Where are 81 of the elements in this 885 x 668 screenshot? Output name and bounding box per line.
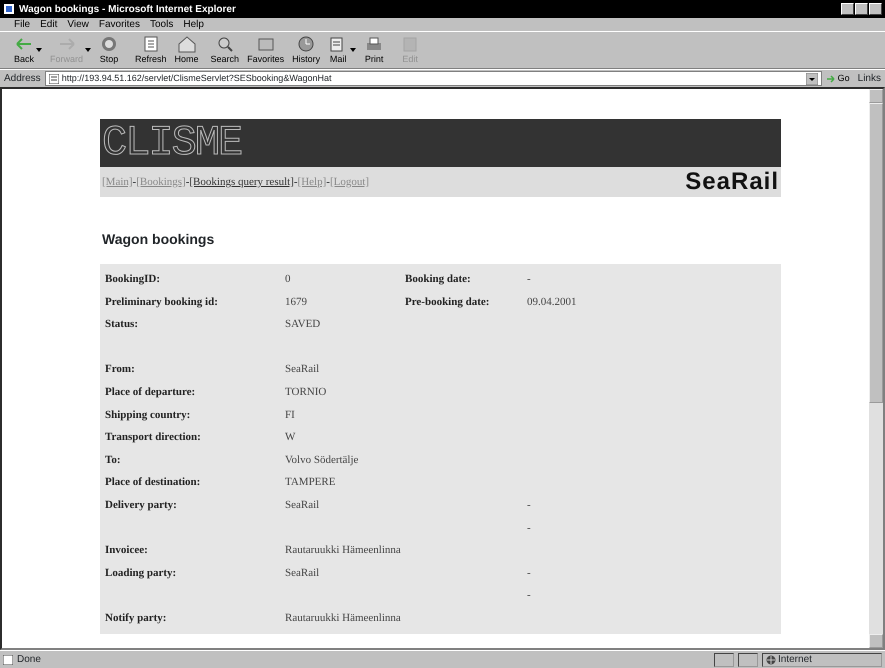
globe-icon: [766, 654, 776, 664]
field-value: 09.04.2001: [527, 294, 578, 310]
field-value: Volvo Södertälje: [285, 452, 360, 468]
toolbar-button[interactable]: Back: [14, 34, 42, 66]
toolbar-button[interactable]: Refresh: [135, 34, 167, 66]
status-panel: [738, 652, 758, 666]
page-heading: Wagon bookings: [102, 230, 216, 249]
field-value: SeaRail: [285, 566, 320, 581]
field-label: Place of destination:: [105, 475, 202, 490]
address-label: Address: [4, 72, 41, 86]
field-label: Transport direction:: [105, 430, 202, 446]
caret-icon: [85, 48, 92, 52]
window-title: Wagon bookings - Microsoft Internet Explorer: [19, 2, 236, 16]
browser-icon: [3, 3, 15, 15]
home-icon: [176, 34, 197, 52]
field-label: Notify party:: [105, 610, 168, 626]
field-label: To:: [105, 452, 122, 468]
arrow-icon: [826, 74, 836, 84]
address-field[interactable]: http://193.94.51.162/servlet/ClismeServlet?SESbooking&WagonHat: [44, 71, 822, 86]
zone-text: Internet: [778, 653, 812, 667]
field-value: TAMPERE: [285, 475, 336, 490]
field-label: Delivery party:: [105, 498, 178, 513]
dropdown-icon: [806, 72, 818, 84]
field-value: SeaRail: [285, 362, 320, 378]
field-label: Status:: [105, 317, 140, 332]
field-value: Rautaruukki Hämeenlinna: [285, 543, 402, 558]
toolbar-button[interactable]: Print: [364, 34, 392, 66]
field-label: Shipping country:: [105, 408, 192, 423]
logo: CLISME: [102, 122, 242, 164]
close-button[interactable]: [869, 3, 882, 15]
maximize-button[interactable]: [855, 3, 868, 15]
field-value: -: [527, 566, 532, 581]
menu-item[interactable]: File: [14, 17, 30, 32]
minimize-button[interactable]: [841, 3, 854, 15]
field-value: -: [527, 520, 532, 536]
scrollbar[interactable]: [869, 89, 883, 648]
field-label: Loading party:: [105, 566, 178, 581]
page-icon: [48, 74, 59, 84]
status-panel: [714, 652, 734, 666]
field-value: SeaRail: [285, 498, 320, 513]
toolbar-button[interactable]: Stop: [99, 34, 128, 66]
field-value: FI: [285, 408, 296, 423]
caret-icon: [36, 48, 42, 52]
caret-icon: [350, 48, 356, 52]
field-value: 1679: [285, 294, 308, 310]
field-label: Invoicee:: [105, 543, 149, 558]
toolbar-button[interactable]: Favorites: [247, 34, 284, 66]
field-value: TORNIO: [285, 385, 328, 400]
menu-item[interactable]: Help: [183, 17, 204, 32]
toolbar-button[interactable]: Search: [210, 34, 240, 66]
menu-item[interactable]: Favorites: [98, 17, 140, 32]
menu-item[interactable]: View: [67, 17, 89, 32]
toolbar-button[interactable]: Mail: [328, 34, 356, 66]
field-value: -: [527, 588, 532, 604]
toolbar-button[interactable]: Home: [174, 34, 203, 66]
toolbar-button[interactable]: History: [292, 34, 320, 66]
field-label: BookingID:: [105, 272, 162, 288]
field-value: SAVED: [285, 317, 322, 332]
field-label: Booking date:: [405, 272, 472, 288]
field-value: 0: [285, 272, 292, 288]
field-label: From:: [105, 362, 136, 378]
links-button[interactable]: Links: [858, 71, 881, 86]
field-value: -: [527, 272, 532, 288]
history-icon: [296, 34, 316, 52]
field-value: -: [527, 498, 532, 513]
separator-text: -: [326, 174, 330, 190]
go-button[interactable]: Go: [826, 72, 854, 86]
field-label: Preliminary booking id:: [105, 294, 219, 310]
separator-text: -: [132, 174, 136, 190]
brand-logo: SeaRail: [685, 167, 779, 197]
field-label: Pre-booking date:: [405, 294, 490, 310]
separator-text: -: [186, 174, 190, 190]
nav-link[interactable]: [Bookings query result]: [189, 174, 294, 190]
field-label: Place of departure:: [105, 385, 196, 400]
menu-item[interactable]: Tools: [150, 17, 174, 32]
page-icon: [3, 654, 13, 664]
separator-text: -: [294, 174, 298, 190]
status-text: Done: [17, 653, 41, 667]
field-value: W: [285, 430, 296, 446]
field-value: Rautaruukki Hämeenlinna: [285, 610, 402, 626]
menu-item[interactable]: Edit: [40, 17, 58, 32]
